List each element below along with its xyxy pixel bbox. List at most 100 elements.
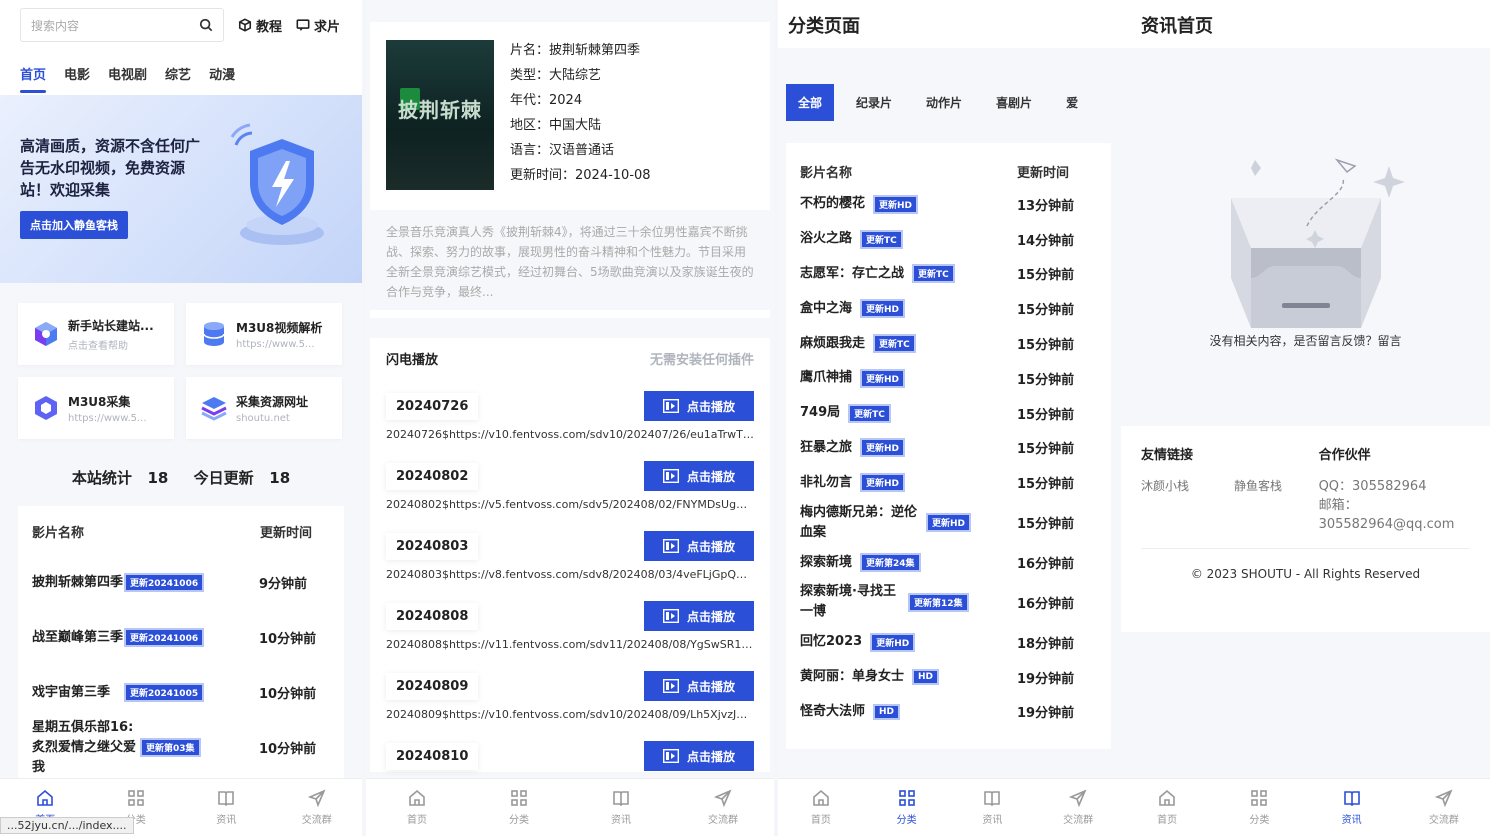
- play-button[interactable]: 点击播放: [644, 741, 754, 771]
- list-item: 20240803 点击播放: [386, 518, 754, 562]
- nav-category[interactable]: 分类: [864, 779, 950, 836]
- table-row[interactable]: 749局 更新TC 15分钟前: [800, 396, 1097, 431]
- tab-action[interactable]: 动作片: [914, 84, 974, 121]
- book-icon: [613, 791, 629, 807]
- tab-tv[interactable]: 电视剧: [108, 64, 147, 91]
- nav-group[interactable]: 交流群: [1398, 779, 1490, 836]
- status-badge: 更新TC: [912, 264, 955, 284]
- table-row[interactable]: 星期五俱乐部16:炙烈爱情之继父爱我 更新第03集 10分钟前: [32, 720, 330, 775]
- table-row[interactable]: 探索新境·寻找王一博 更新第12集 16分钟前: [800, 580, 1097, 625]
- nav-home[interactable]: 首页: [778, 779, 864, 836]
- status-badge: 更新HD: [870, 632, 916, 652]
- status-badge: 更新第24集: [860, 553, 921, 573]
- page-title: 资讯首页: [1121, 0, 1490, 48]
- play-button[interactable]: 点击播放: [644, 671, 754, 701]
- friend-link[interactable]: 静鱼客栈: [1234, 477, 1282, 494]
- status-badge: HD: [873, 703, 901, 720]
- play-button[interactable]: 点击播放: [644, 601, 754, 631]
- category-panel: 分类页面 全部 纪录片 动作片 喜剧片 爱 影片名称 更新时间 不朽的樱花 更新HD…: [778, 0, 1121, 836]
- card-m3u8-parse[interactable]: M3U8视频解析 https://www.5...: [186, 303, 342, 365]
- table-row[interactable]: 披荆斩棘第四季 更新20241006 9分钟前: [32, 555, 330, 610]
- video-icon: [662, 469, 679, 483]
- status-badge: 更新TC: [848, 403, 891, 423]
- table-row[interactable]: 志愿军：存亡之战 更新TC 15分钟前: [800, 257, 1097, 292]
- nav-news[interactable]: 资讯: [950, 779, 1036, 836]
- join-button[interactable]: 点击加入静鱼客栈: [20, 211, 128, 239]
- tab-home[interactable]: 首页: [20, 64, 47, 93]
- promo-banner: 高清画质，资源不含任何广告无水印视频，免费资源站！欢迎采集 点击加入静鱼客栈: [0, 95, 362, 283]
- table-row[interactable]: 麻烦跟我走 更新TC 15分钟前: [800, 326, 1097, 361]
- banner-text: 高清画质，资源不含任何广告无水印视频，免费资源站！欢迎采集: [20, 137, 201, 199]
- nav-group[interactable]: 交流群: [272, 779, 363, 836]
- request-link[interactable]: 求片: [296, 16, 340, 35]
- cube-icon: [35, 322, 57, 346]
- nav-news[interactable]: 资讯: [1306, 779, 1398, 836]
- video-icon: [662, 679, 679, 693]
- send-icon: [1434, 789, 1453, 807]
- status-badge: 更新HD: [860, 368, 906, 388]
- tab-movie[interactable]: 电影: [64, 64, 90, 91]
- search-input[interactable]: 搜索内容: [20, 8, 224, 42]
- status-badge: 更新20241006: [124, 628, 205, 647]
- list-item: 20240802 点击播放: [386, 448, 754, 492]
- bottom-nav: 首页 分类 资讯 交流群: [366, 778, 774, 836]
- tutorial-link[interactable]: 教程: [238, 16, 282, 35]
- play-button[interactable]: 点击播放: [644, 461, 754, 491]
- table-row[interactable]: 非礼勿言 更新HD 15分钟前: [800, 465, 1097, 500]
- nav-category[interactable]: 分类: [1213, 779, 1305, 836]
- card-beginner[interactable]: 新手站长建站... 点击查看帮助: [18, 303, 174, 365]
- table-row[interactable]: 浴火之路 更新TC 14分钟前: [800, 222, 1097, 257]
- table-row[interactable]: 盒中之海 更新HD 15分钟前: [800, 291, 1097, 326]
- play-source-header: 闪电播放 无需安装任何插件: [370, 338, 770, 378]
- layers-icon: [201, 397, 227, 421]
- home-icon: [813, 789, 829, 806]
- grid-icon: [511, 790, 527, 806]
- tab-all[interactable]: 全部: [786, 84, 835, 121]
- grid-icon: [1251, 790, 1268, 806]
- play-button[interactable]: 点击播放: [644, 391, 754, 421]
- update-list: 影片名称 更新时间 披荆斩棘第四季 更新20241006 9分钟前 战至巅峰第三季 更新…: [18, 506, 344, 786]
- nav-group[interactable]: 交流群: [672, 779, 774, 836]
- video-icon: [662, 539, 679, 553]
- nav-news[interactable]: 资讯: [570, 779, 672, 836]
- video-icon: [662, 749, 679, 763]
- send-icon: [1069, 789, 1087, 807]
- site-stats: 本站统计 18 今日更新 18: [71, 469, 291, 487]
- card-m3u8-collect[interactable]: M3U8采集 https://www.5...: [18, 377, 174, 439]
- tab-documentary[interactable]: 纪录片: [844, 84, 904, 121]
- table-row[interactable]: 回忆2023 更新HD 18分钟前: [800, 625, 1097, 660]
- play-button[interactable]: 点击播放: [644, 531, 754, 561]
- table-row[interactable]: 战至巅峰第三季 更新20241006 10分钟前: [32, 610, 330, 665]
- page-title: 分类页面: [778, 0, 1121, 48]
- tab-romance[interactable]: 爱: [1054, 84, 1090, 121]
- table-row[interactable]: 戏宇宙第三季 更新20241005 10分钟前: [32, 665, 330, 720]
- tab-comedy[interactable]: 喜剧片: [984, 84, 1044, 121]
- table-row[interactable]: 梅内德斯兄弟：逆伦血案 更新HD 15分钟前: [800, 500, 1097, 545]
- nav-group[interactable]: 交流群: [1035, 779, 1121, 836]
- table-row[interactable]: 不朽的樱花 更新HD 13分钟前: [800, 187, 1097, 222]
- table-row[interactable]: 鹰爪神捕 更新HD 15分钟前: [800, 361, 1097, 396]
- home-icon: [1159, 789, 1175, 806]
- empty-state: 没有相关内容，是否留言反馈？留言: [1121, 48, 1490, 426]
- table-row[interactable]: 探索新境 更新第24集 16分钟前: [800, 545, 1097, 580]
- status-badge: 更新HD: [860, 438, 906, 458]
- nav-home[interactable]: 首页: [366, 779, 468, 836]
- search-icon[interactable]: [199, 18, 213, 32]
- table-row[interactable]: 狂暴之旅 更新HD 15分钟前: [800, 431, 1097, 466]
- episode-url: 20240802$https://v5.fentvoss.com/sdv5/20…: [386, 498, 754, 511]
- news-panel: 资讯首页 没有相关内容，是否留言反馈？留言 友情链接 沐颜小栈 静鱼客栈 合作伙…: [1121, 0, 1490, 836]
- table-row[interactable]: 黄阿丽：单身女士 HD 19分钟前: [800, 660, 1097, 695]
- nav-category[interactable]: 分类: [468, 779, 570, 836]
- table-row[interactable]: 怪奇大法师 HD 19分钟前: [800, 695, 1097, 730]
- nav-news[interactable]: 资讯: [181, 779, 272, 836]
- friend-link[interactable]: 沐颜小栈: [1141, 477, 1189, 494]
- nav-home[interactable]: 首页: [1121, 779, 1213, 836]
- status-badge: 更新HD: [873, 194, 919, 214]
- empty-message[interactable]: 没有相关内容，是否留言反馈？留言: [1121, 332, 1490, 349]
- category-tabs: 全部 纪录片 动作片 喜剧片 爱: [786, 84, 1121, 121]
- book-icon: [984, 791, 1001, 807]
- tab-anime[interactable]: 动漫: [209, 64, 235, 91]
- home-panel: 搜索内容 教程 求片 首页 电影 电视剧 综艺 动漫 高清画质，资源不含任何广告…: [0, 0, 362, 836]
- card-resource-url[interactable]: 采集资源网址 shoutu.net: [186, 377, 342, 439]
- tab-variety[interactable]: 综艺: [165, 64, 191, 91]
